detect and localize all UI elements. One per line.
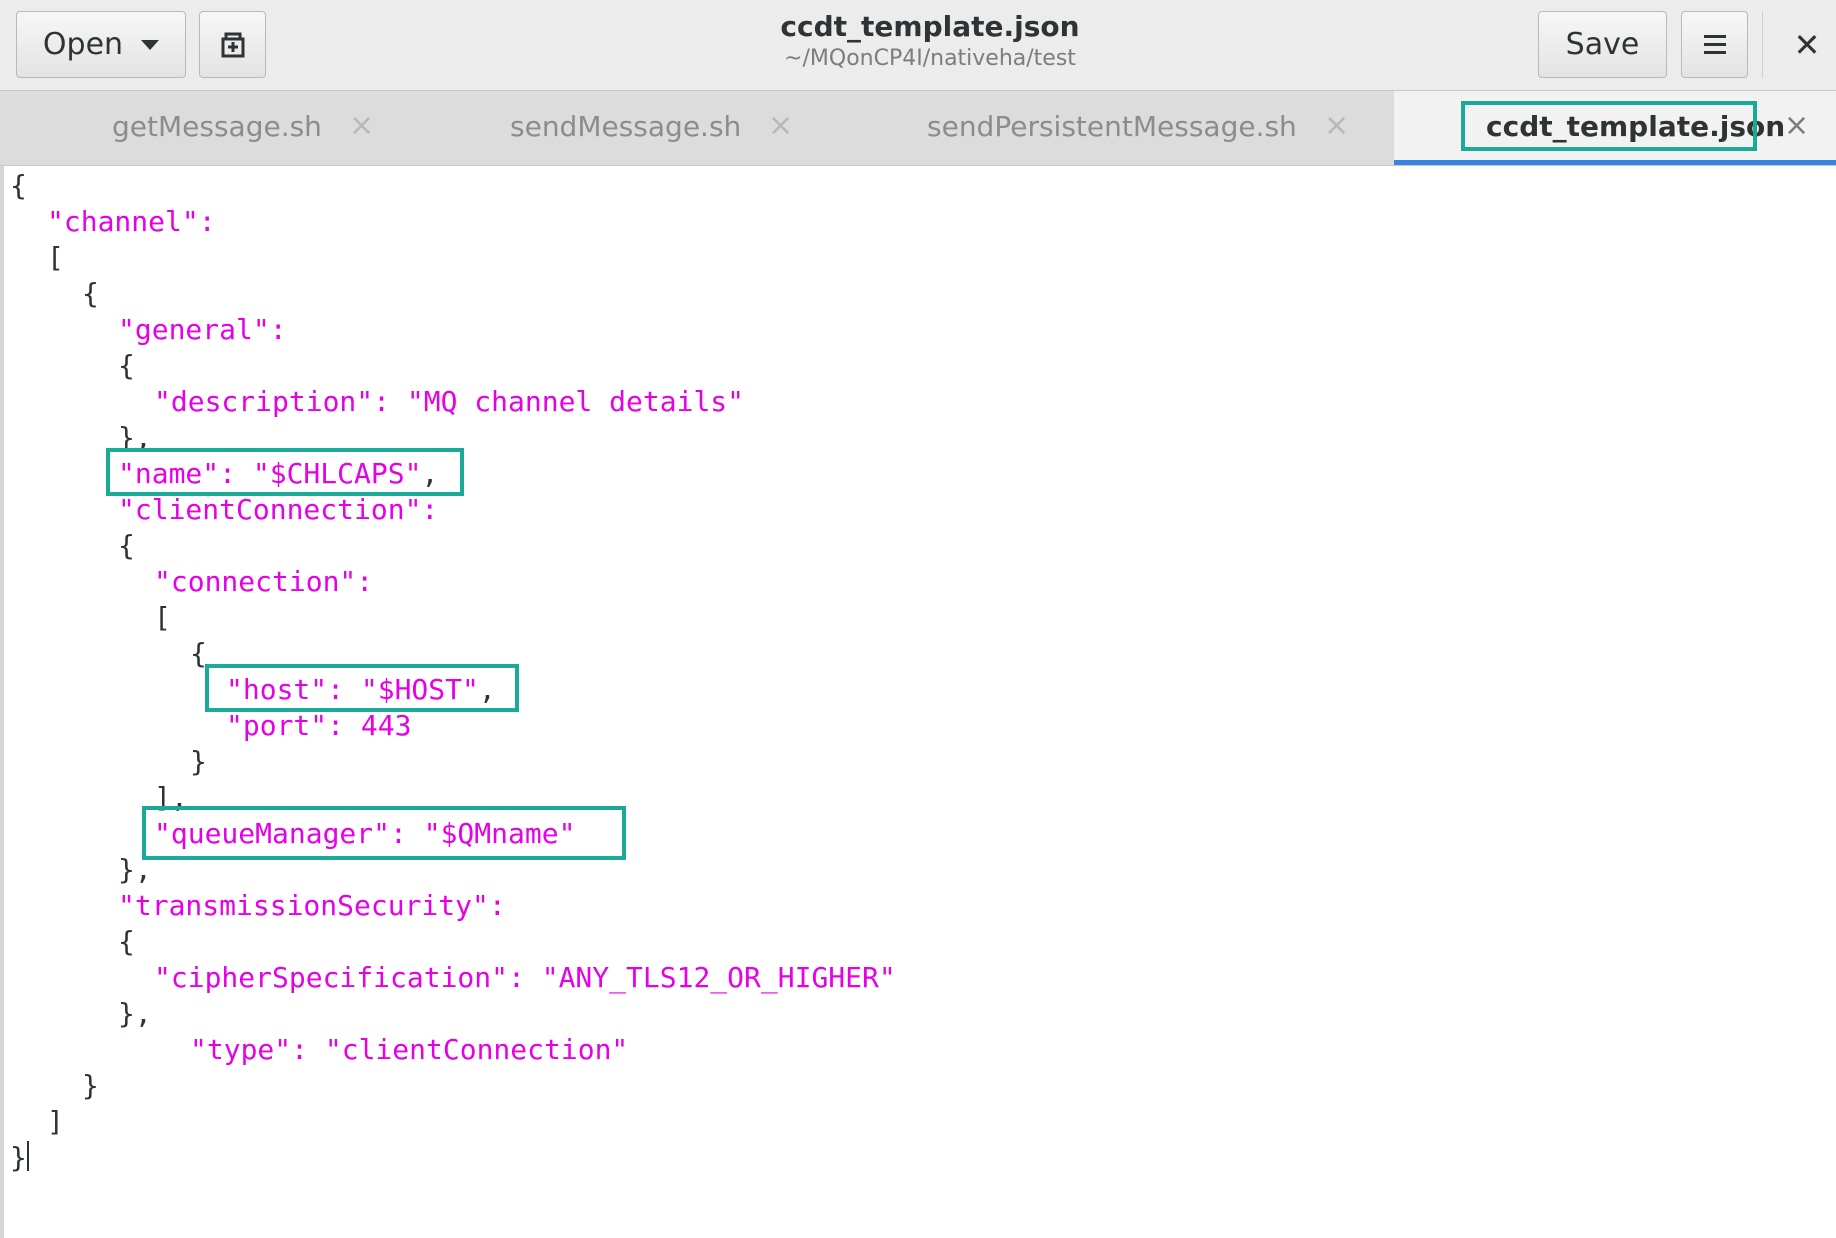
code-line: [ [47, 241, 64, 274]
open-button[interactable]: Open [16, 11, 186, 78]
code-line: "general": [118, 313, 287, 346]
name-highlight-box [106, 448, 464, 496]
code-line: "cipherSpecification": "ANY_TLS12_OR_HIG… [154, 961, 896, 994]
code-line: { [118, 349, 135, 382]
window-subtitle-path: ~/MQonCP4I/nativeha/test [784, 46, 1076, 71]
window-title-block: ccdt_template.json ~/MQonCP4I/nativeha/t… [700, 10, 1160, 74]
code-line: "clientConnection": [118, 493, 439, 526]
tab-getmessage[interactable]: getMessage.sh × [0, 91, 466, 165]
tab-close-icon[interactable]: × [349, 108, 374, 143]
code-line: } [82, 1069, 99, 1102]
code-line: { [118, 529, 135, 562]
save-button[interactable]: Save [1538, 11, 1667, 78]
header-bar: Open ccdt_template.json ~/MQonCP4I/nativ… [0, 0, 1836, 91]
open-button-label: Open [42, 27, 124, 62]
code-line: [ [154, 601, 171, 634]
code-line: "port": 443 [226, 709, 412, 742]
code-line: "connection": [154, 565, 374, 598]
active-tab-highlight-box [1461, 101, 1757, 151]
tab-sendpersistentmessage[interactable]: sendPersistentMessage.sh × [902, 91, 1394, 165]
code-line: } [10, 1141, 29, 1174]
main-menu-button[interactable] [1681, 11, 1748, 78]
tab-close-icon[interactable]: × [1324, 108, 1349, 143]
tab-label: sendMessage.sh [510, 110, 742, 143]
header-separator [1762, 11, 1763, 78]
queuemanager-highlight-box [142, 806, 626, 860]
code-line: "description": "MQ channel details" [154, 385, 745, 418]
tab-label: sendPersistentMessage.sh [927, 110, 1297, 143]
text-editor-window: Open ccdt_template.json ~/MQonCP4I/nativ… [0, 0, 1836, 1238]
tab-label: getMessage.sh [112, 110, 322, 143]
host-highlight-box [205, 664, 519, 712]
code-line: }, [118, 997, 152, 1030]
chevron-down-icon [141, 39, 160, 50]
close-icon: ✕ [1793, 25, 1821, 64]
window-title: ccdt_template.json [780, 10, 1080, 43]
hamburger-icon [1703, 35, 1726, 54]
code-line: ] [47, 1105, 64, 1138]
code-line: { [82, 277, 99, 310]
new-document-icon [221, 32, 244, 57]
tab-close-icon[interactable]: × [768, 108, 793, 143]
code-line: } [190, 745, 207, 778]
new-document-button[interactable] [199, 11, 266, 78]
code-editor[interactable]: { "channel": [ { "general": { "descripti… [0, 166, 1836, 1238]
code-line: "type": "clientConnection" [190, 1033, 629, 1066]
code-line: { [118, 925, 135, 958]
tab-close-icon[interactable]: × [1784, 108, 1809, 143]
code-line: { [10, 169, 27, 202]
text-cursor [26, 1141, 29, 1171]
window-close-button[interactable]: ✕ [1778, 11, 1836, 78]
tab-sendmessage[interactable]: sendMessage.sh × [466, 91, 902, 165]
code-line: "transmissionSecurity": [118, 889, 506, 922]
code-line: "channel": [47, 205, 216, 238]
